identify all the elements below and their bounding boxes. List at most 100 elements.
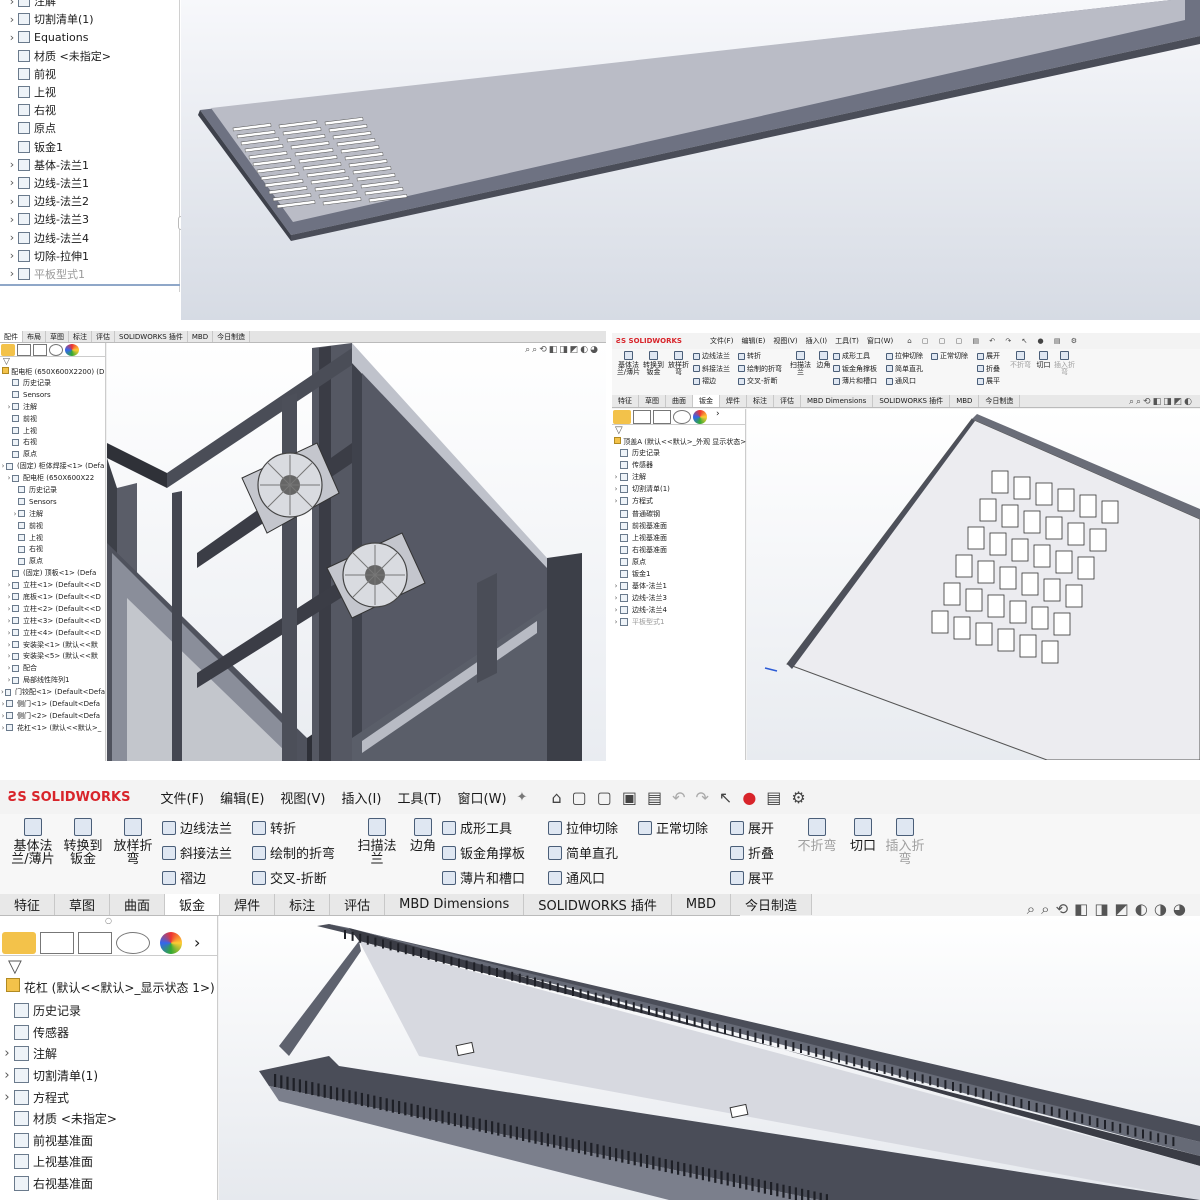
tree-item[interactable]: › 侧门<1> (Default<Defa <box>0 698 105 710</box>
command-tab[interactable]: 标注 <box>747 395 774 407</box>
expand-arrow-icon[interactable]: › <box>0 1046 14 1061</box>
tree-item[interactable]: 前视基准面 <box>0 1130 217 1152</box>
redo-icon[interactable]: ↷ <box>696 788 719 807</box>
bend-button[interactable]: 转折 <box>738 351 761 361</box>
menu-item[interactable]: 工具(T) <box>397 788 441 807</box>
previous-view-icon[interactable]: ⟲ <box>1143 397 1153 407</box>
expand-arrow-icon[interactable]: › <box>6 195 18 208</box>
flange-button[interactable]: 边线法兰 <box>693 351 730 361</box>
tree-item[interactable]: 材质 <未指定> <box>6 47 111 65</box>
expand-arrow-icon[interactable]: › <box>0 1090 14 1105</box>
menu-item[interactable]: 工具(T) <box>835 336 859 346</box>
command-tab[interactable]: 特征 <box>612 395 639 407</box>
command-tab[interactable]: 焊件 <box>220 894 276 915</box>
command-tab[interactable]: 特征 <box>0 894 56 915</box>
menu-item[interactable]: 插入(I) <box>806 336 828 346</box>
command-tab[interactable]: 配件 <box>0 331 23 342</box>
chevron-right-icon[interactable]: › <box>716 409 720 424</box>
normal-cut-button[interactable]: 正常切除 <box>638 818 708 837</box>
flange-button[interactable]: 褶边 <box>693 376 716 386</box>
insert-bends-button[interactable]: 插入折 弯 <box>880 818 930 866</box>
expand-arrow-icon[interactable]: › <box>612 485 620 493</box>
base-flange-button[interactable]: 基体法 兰/薄片 <box>616 351 641 375</box>
tree-item[interactable]: › 切割清单(1) <box>612 483 745 495</box>
tree-item[interactable]: › 侧门<2> (Default<Defa <box>0 710 105 722</box>
tree-item[interactable]: › 注解 <box>612 471 745 483</box>
tree-item[interactable]: 右视 <box>6 101 111 119</box>
display-manager-icon[interactable] <box>160 931 182 954</box>
config-manager-icon[interactable] <box>653 410 671 424</box>
tree-item[interactable]: 前视基准面 <box>612 520 745 532</box>
tree-item[interactable]: 传感器 <box>0 1022 217 1044</box>
lofted-bend-button[interactable]: 放样折 弯 <box>108 818 158 866</box>
tree-item[interactable]: › 边线-法兰3 <box>6 210 111 228</box>
tree-item[interactable]: › 基体-法兰1 <box>612 580 745 592</box>
expand-arrow-icon[interactable]: › <box>6 176 18 189</box>
tree-item[interactable]: › 注解 <box>6 0 111 10</box>
cut-button[interactable]: 通风口 <box>548 868 605 887</box>
tree-item[interactable]: › 局部线性阵列1 <box>0 674 105 686</box>
expand-arrow-icon[interactable]: › <box>0 1068 14 1083</box>
graphics-viewport[interactable] <box>181 0 1200 320</box>
tree-collapse-handle[interactable]: ○ <box>0 916 217 930</box>
tree-item[interactable]: › 平板型式1 <box>612 616 745 628</box>
forming-tool-button[interactable]: 钣金角撑板 <box>442 843 525 862</box>
expand-arrow-icon[interactable]: › <box>612 497 620 505</box>
display-style-icon[interactable]: ◩ <box>1174 397 1185 407</box>
tree-item[interactable]: 原点 <box>0 448 105 460</box>
tree-item[interactable]: 前视 <box>6 65 111 83</box>
previous-view-icon[interactable]: ⟲ <box>1056 900 1075 918</box>
no-bends-button[interactable]: 不折弯 <box>1008 351 1033 369</box>
tree-item[interactable]: › (固定) 柜体焊接<1> (Defa <box>0 460 105 472</box>
command-tab[interactable]: 布局 <box>23 331 46 342</box>
dim-xpert-icon[interactable] <box>673 410 691 424</box>
dim-xpert-icon[interactable] <box>49 344 63 356</box>
no-bends-button[interactable]: 不折弯 <box>792 818 842 853</box>
filter-icon[interactable]: ▽ <box>3 357 105 367</box>
unfold-button[interactable]: 折叠 <box>977 364 1000 374</box>
home-icon[interactable]: ⌂ <box>551 788 571 807</box>
tree-item[interactable]: › 切除-拉伸1 <box>6 247 111 265</box>
menu-item[interactable]: 插入(I) <box>341 788 381 807</box>
tree-item[interactable]: › 注解 <box>0 508 105 520</box>
tree-item[interactable]: 历史记录 <box>0 377 105 389</box>
pin-icon[interactable]: ✦ <box>517 790 528 805</box>
tree-item[interactable]: 上视基准面 <box>0 1151 217 1173</box>
filter-icon[interactable]: ▽ <box>8 956 217 978</box>
display-style-icon[interactable]: ◐ <box>1135 900 1154 918</box>
feature-manager-icon[interactable] <box>613 410 631 424</box>
command-tab[interactable]: MBD Dimensions <box>801 395 874 407</box>
tree-item[interactable]: 原点 <box>612 556 745 568</box>
tree-item[interactable]: › 基体-法兰1 <box>6 156 111 174</box>
hide-show-icon[interactable]: ◐ <box>580 345 590 355</box>
command-tab[interactable]: 今日制造 <box>979 395 1021 407</box>
tree-item[interactable]: › 花杠<1> (默认<<默认>_ <box>0 722 105 734</box>
tree-item[interactable]: 前视 <box>0 413 105 425</box>
command-tab[interactable]: SOLIDWORKS 插件 <box>524 894 672 915</box>
unfold-button[interactable]: 折叠 <box>730 843 774 862</box>
save-icon[interactable]: ▣ <box>622 788 647 807</box>
hide-show-icon[interactable]: ◑ <box>1154 900 1173 918</box>
forming-tool-button[interactable]: 薄片和槽口 <box>442 868 525 887</box>
expand-arrow-icon[interactable]: › <box>612 582 620 590</box>
swept-flange-button[interactable]: 扫描法 兰 <box>352 818 402 866</box>
cut-button[interactable]: 简单直孔 <box>886 364 923 374</box>
command-tab[interactable]: 曲面 <box>110 894 166 915</box>
chevron-right-icon[interactable]: › <box>194 933 200 952</box>
unfold-button[interactable]: 展平 <box>977 376 1000 386</box>
property-manager-icon[interactable] <box>633 410 651 424</box>
tree-item[interactable]: › 门铰配<1> (Default<Defa <box>0 686 105 698</box>
display-manager-icon[interactable] <box>65 344 79 356</box>
cut-button[interactable]: 简单直孔 <box>548 843 618 862</box>
command-tab[interactable]: SOLIDWORKS 插件 <box>873 395 951 407</box>
swept-flange-button[interactable]: 扫描法 兰 <box>788 351 813 375</box>
cut-button[interactable]: 拉伸切除 <box>886 351 923 361</box>
flange-button[interactable]: 边线法兰 <box>162 818 232 837</box>
tree-item[interactable]: › 立柱<1> (Default<<D <box>0 579 105 591</box>
tree-item[interactable]: Sensors <box>0 496 105 508</box>
expand-arrow-icon[interactable]: › <box>6 13 18 26</box>
expand-arrow-icon[interactable]: › <box>6 267 18 280</box>
zoom-area-icon[interactable]: ⌕ <box>1041 900 1055 918</box>
appearance-icon[interactable]: ◕ <box>1173 900 1192 918</box>
bend-button[interactable]: 交叉-折断 <box>252 868 327 887</box>
